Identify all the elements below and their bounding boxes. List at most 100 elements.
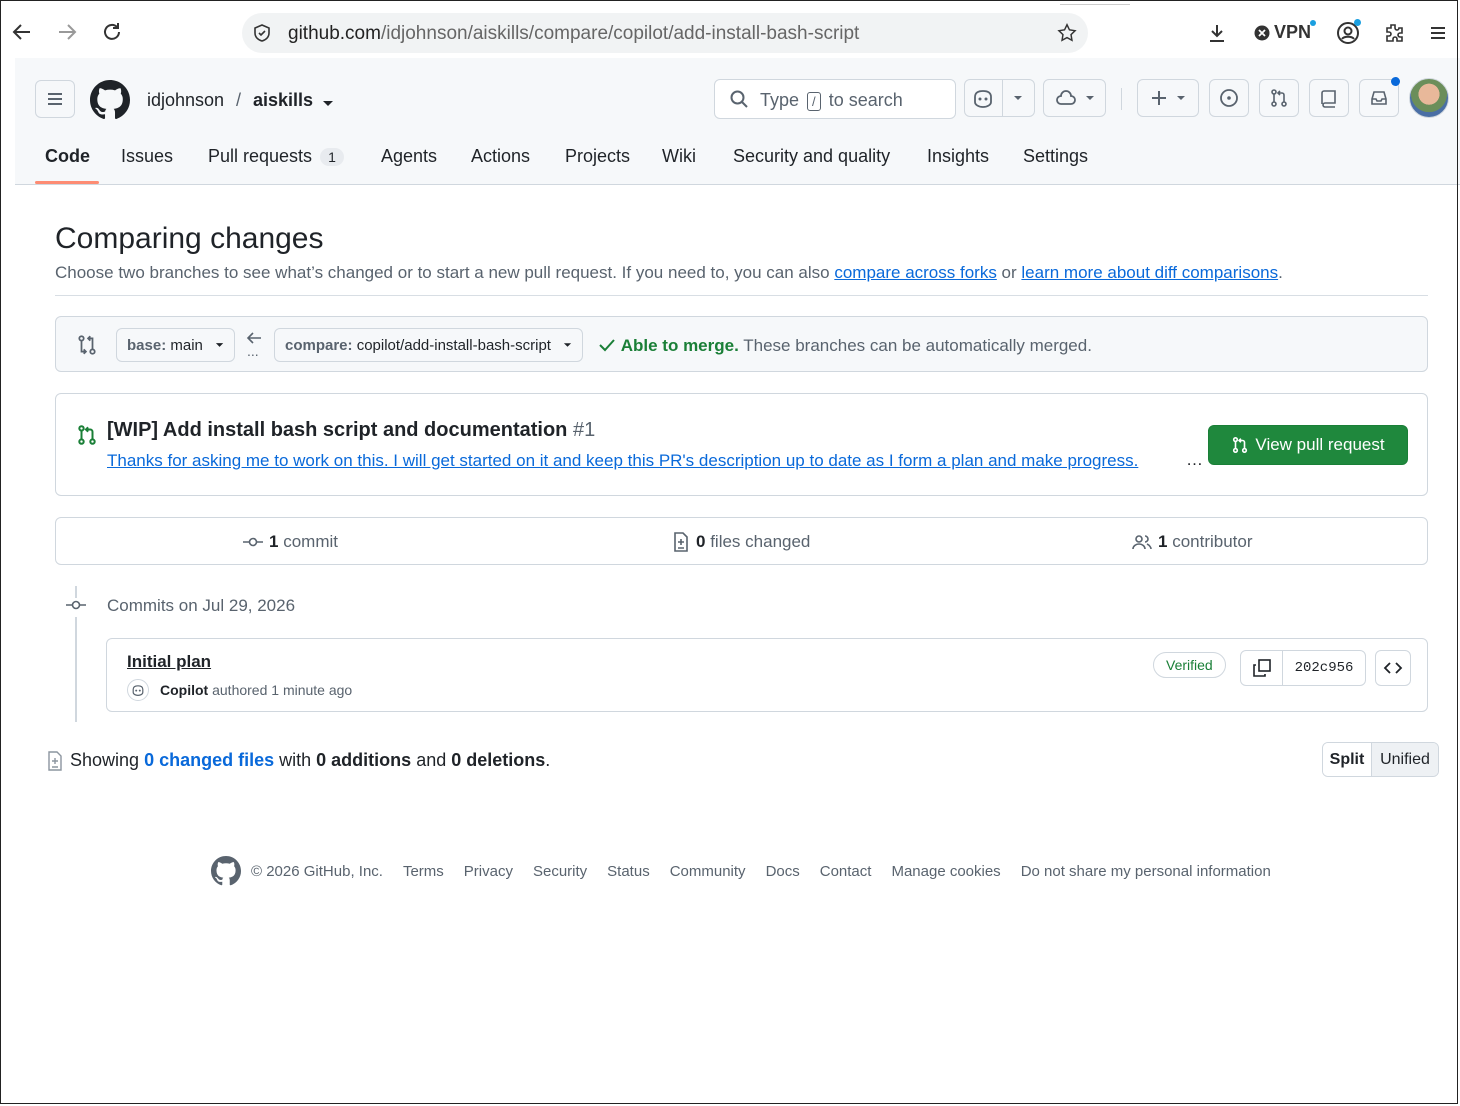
pull-request-icon — [1271, 89, 1287, 107]
pull-requests-button[interactable] — [1259, 79, 1299, 117]
site-info-icon[interactable] — [252, 23, 272, 48]
vpn-status-icon[interactable] — [1254, 25, 1270, 46]
split-view-button[interactable]: Split — [1323, 743, 1372, 776]
additions-count: 0 additions — [316, 750, 412, 770]
tab-code[interactable]: Code — [45, 146, 90, 167]
pr-number: #1 — [572, 419, 596, 441]
repositories-button[interactable] — [1309, 79, 1349, 117]
verified-badge[interactable]: Verified — [1153, 652, 1226, 678]
repo-name-link[interactable]: aiskills — [253, 90, 313, 111]
tab-settings[interactable]: Settings — [1023, 146, 1088, 167]
inbox-unread-dot — [1391, 77, 1400, 86]
create-new-button[interactable] — [1137, 79, 1199, 117]
footer-copyright: © 2026 GitHub, Inc. — [251, 862, 383, 880]
footer-link-security[interactable]: Security — [533, 863, 587, 880]
compare-chevron-down-icon — [563, 343, 572, 347]
issues-button[interactable] — [1209, 79, 1249, 117]
hamburger-icon — [48, 93, 62, 105]
user-avatar[interactable] — [1409, 78, 1449, 118]
tab-issues[interactable]: Issues — [121, 146, 173, 167]
footer-link-community[interactable]: Community — [670, 863, 746, 880]
pr-description-link[interactable]: Thanks for asking me to work on this. I … — [107, 451, 1187, 471]
file-diff-icon — [48, 750, 62, 771]
footer-link-manage-cookies[interactable]: Manage cookies — [891, 863, 1000, 880]
tab-wiki[interactable]: Wiki — [662, 146, 696, 167]
global-menu-button[interactable] — [35, 80, 75, 118]
tab-insights[interactable]: Insights — [927, 146, 989, 167]
footer-link-privacy[interactable]: Privacy — [464, 863, 513, 880]
copilot-chevron-down-icon[interactable] — [1003, 94, 1034, 102]
commit-sha-group: 202c956 — [1240, 650, 1366, 686]
bookmark-star-icon[interactable] — [1056, 22, 1078, 49]
tab-actions[interactable]: Actions — [471, 146, 530, 167]
browser-menu-icon[interactable] — [1426, 21, 1450, 50]
copy-sha-button[interactable] — [1241, 651, 1283, 685]
github-footer-logo-icon[interactable] — [211, 856, 241, 886]
files-changed-stat[interactable]: 0 files changed — [672, 532, 810, 552]
footer-link-status[interactable]: Status — [607, 863, 650, 880]
compare-branch-select[interactable]: compare: copilot/add-install-bash-script — [274, 328, 583, 362]
compare-arrows-icon — [76, 334, 98, 361]
base-value: main — [170, 336, 203, 354]
back-icon[interactable] — [9, 20, 35, 46]
tab-pull-requests[interactable]: Pull requests 1 — [208, 146, 344, 167]
footer-link-contact[interactable]: Contact — [820, 863, 872, 880]
download-icon[interactable] — [1205, 21, 1229, 50]
learn-diff-link[interactable]: learn more about diff comparisons — [1021, 263, 1278, 282]
vpn-dot — [1310, 20, 1316, 26]
global-search-input[interactable]: Type / to search — [714, 79, 956, 119]
page-subtitle: Choose two branches to see what’s change… — [55, 263, 1283, 283]
commits-stat[interactable]: 1 commit — [243, 532, 338, 552]
copy-icon — [1252, 659, 1271, 677]
tab-security[interactable]: Security and quality — [733, 146, 890, 167]
search-prefix: Type — [760, 90, 800, 110]
repo-menu-chevron-down-icon[interactable] — [322, 96, 334, 114]
browse-repo-button[interactable] — [1375, 650, 1411, 686]
changed-files-link[interactable]: 0 changed files — [144, 750, 274, 770]
compare-across-forks-link[interactable]: compare across forks — [834, 263, 997, 282]
divider — [55, 295, 1428, 296]
and-text: and — [416, 750, 447, 770]
copilot-icon[interactable] — [965, 80, 1003, 116]
commit-sha-link[interactable]: 202c956 — [1283, 651, 1365, 685]
pull-request-icon — [1233, 436, 1248, 454]
footer-link-terms[interactable]: Terms — [403, 863, 444, 880]
view-pull-request-button[interactable]: View pull request — [1208, 425, 1408, 465]
url-path: /idjohnson/aiskills/compare/copilot/add-… — [380, 23, 860, 44]
contributors-stat[interactable]: 1 contributor — [1132, 532, 1253, 552]
compare-range-bar: base: main ... compare: copilot/add-inst… — [55, 316, 1428, 372]
create-chevron-down-icon — [1177, 96, 1185, 100]
repo-icon — [1321, 90, 1336, 108]
subtitle-or: or — [996, 263, 1022, 282]
file-diff-icon — [674, 532, 688, 552]
tab-agents[interactable]: Agents — [381, 146, 437, 167]
copilot-button[interactable] — [964, 79, 1035, 117]
copilot-avatar-icon[interactable] — [127, 679, 149, 701]
github-logo-icon[interactable] — [90, 80, 130, 125]
site-footer: © 2026 GitHub, Inc. Terms Privacy Securi… — [211, 856, 1271, 886]
forward-icon[interactable] — [54, 20, 80, 46]
unified-view-button[interactable]: Unified — [1372, 743, 1438, 776]
commit-author-link[interactable]: Copilot — [160, 682, 208, 698]
search-suffix: to search — [828, 90, 903, 110]
reload-icon[interactable] — [99, 20, 125, 46]
search-placeholder: Type / to search — [760, 90, 903, 111]
extensions-icon[interactable] — [1382, 21, 1406, 50]
summary-period: . — [545, 750, 551, 770]
commit-time: authored 1 minute ago — [212, 682, 353, 698]
repo-owner-link[interactable]: idjohnson — [147, 90, 224, 111]
commit-title-link[interactable]: Initial plan — [127, 652, 211, 672]
deletions-count: 0 deletions — [451, 750, 546, 770]
url-host: github.com — [288, 23, 381, 44]
issue-icon — [1220, 89, 1238, 107]
address-bar[interactable]: github.com/idjohnson/aiskills/compare/co… — [242, 13, 1088, 53]
codespaces-button[interactable] — [1043, 79, 1106, 117]
footer-link-do-not-share[interactable]: Do not share my personal information — [1021, 863, 1271, 880]
tab-projects[interactable]: Projects — [565, 146, 630, 167]
pr-title-link[interactable]: [WIP] Add install bash script and docume… — [107, 419, 595, 442]
diff-summary: Showing 0 changed files with 0 additions… — [46, 750, 550, 771]
footer-link-docs[interactable]: Docs — [766, 863, 800, 880]
commit-icon — [243, 537, 263, 547]
base-branch-select[interactable]: base: main — [116, 328, 235, 362]
vpn-label[interactable]: VPN — [1274, 22, 1311, 43]
